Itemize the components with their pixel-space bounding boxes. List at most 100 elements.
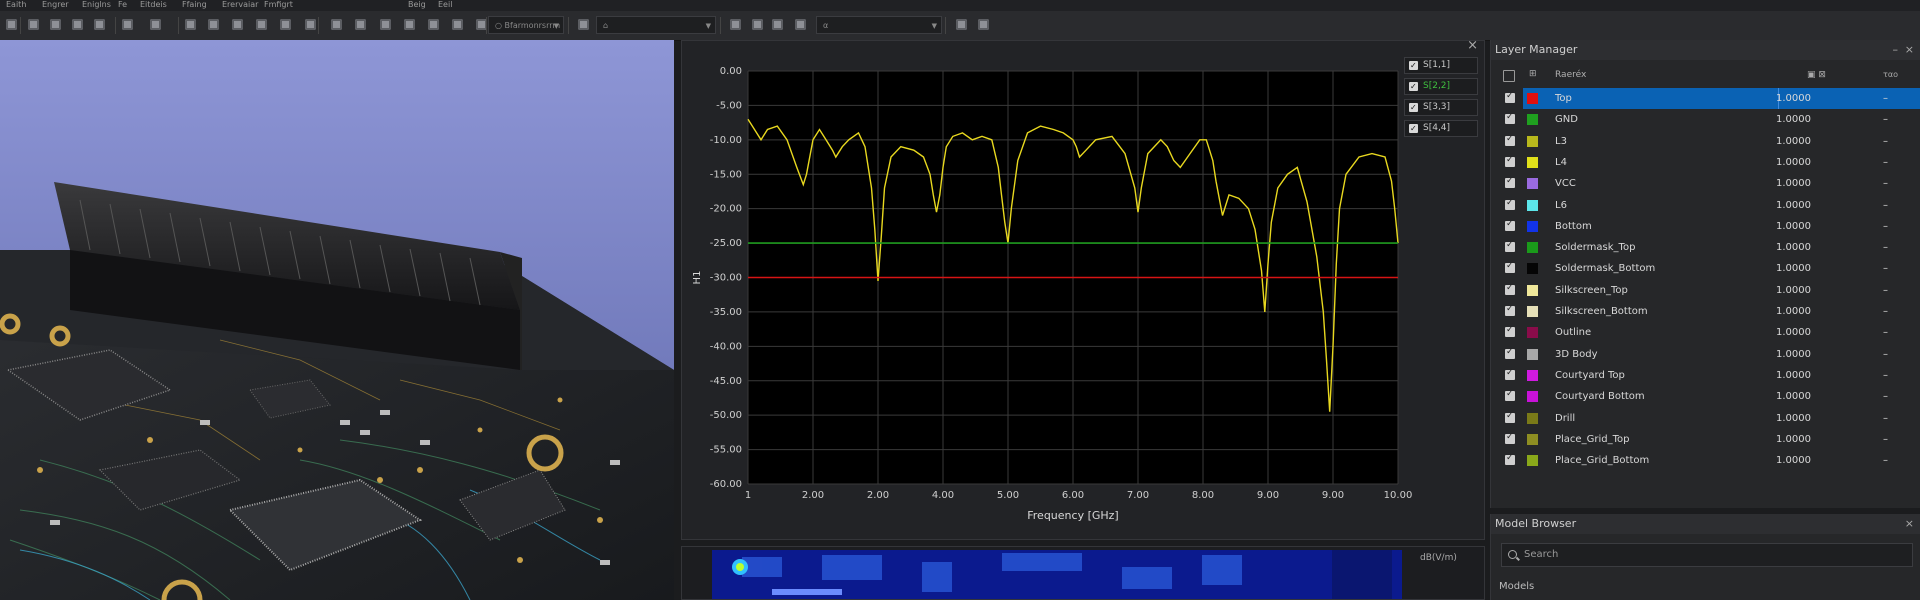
layer-color-swatch[interactable]: [1527, 199, 1538, 211]
layer-color-swatch[interactable]: [1527, 93, 1538, 104]
layer-color-swatch[interactable]: [1527, 242, 1538, 254]
toolbar-button-15[interactable]: [355, 19, 366, 30]
toolbar-button-7[interactable]: [150, 19, 161, 30]
toolbar-button-5[interactable]: [94, 19, 105, 30]
name-column-header[interactable]: Raeréx: [1555, 70, 1586, 80]
menu-item-9[interactable]: Beig: [408, 0, 426, 10]
layer-row[interactable]: Place_Grid_Top 1.0000 –: [1491, 427, 1920, 450]
layer-row[interactable]: Silkscreen_Bottom 1.0000 –: [1491, 299, 1920, 322]
layer-color-swatch[interactable]: [1527, 156, 1538, 168]
toolbar-button-9[interactable]: [208, 19, 219, 30]
toolbar-tool-3[interactable]: [752, 19, 763, 30]
layer-row[interactable]: Top 1.0000 –: [1491, 86, 1920, 109]
toolbar-tool-1[interactable]: [578, 19, 589, 30]
layer-row[interactable]: 3D Body 1.0000 –: [1491, 342, 1920, 365]
menu-item-8[interactable]: Fmfigrt: [264, 0, 293, 10]
toolbar-button-13[interactable]: [305, 19, 316, 30]
toolbar-button-16[interactable]: [380, 19, 391, 30]
layer-color-swatch[interactable]: [1527, 263, 1538, 275]
layer-color-swatch[interactable]: [1527, 327, 1538, 339]
menu-item-7[interactable]: Erervaiar: [222, 0, 258, 10]
visibility-checkbox[interactable]: [1505, 86, 1515, 107]
layer-transparency-value[interactable]: 1.0000: [1776, 216, 1811, 237]
toolbar-tool-7[interactable]: [978, 19, 989, 30]
visibility-header-icon[interactable]: [1503, 70, 1515, 82]
models-section-header[interactable]: Models: [1499, 581, 1534, 592]
layer-transparency-value[interactable]: 1.0000: [1776, 195, 1811, 216]
toolbar-button-1[interactable]: [6, 19, 17, 30]
toolbar-tool-6[interactable]: [956, 19, 967, 30]
toolbar-button-4[interactable]: [72, 19, 83, 30]
layer-color-swatch[interactable]: [1527, 306, 1538, 317]
layer-color-swatch[interactable]: [1527, 369, 1538, 381]
layer-row[interactable]: Soldermask_Top 1.0000 –: [1491, 235, 1920, 258]
3d-viewport[interactable]: [0, 40, 674, 600]
toolbar-button-10[interactable]: [232, 19, 243, 30]
field-heatmap[interactable]: dB(V/m): [682, 547, 1485, 600]
checkbox-icon[interactable]: [1409, 79, 1418, 94]
layer-row[interactable]: L4 1.0000 –: [1491, 150, 1920, 173]
layer-transparency-value[interactable]: 1.0000: [1776, 322, 1811, 343]
toolbar-tool-4[interactable]: [772, 19, 783, 30]
menu-item-1[interactable]: Eaith: [6, 0, 26, 10]
menu-item-3[interactable]: Eniglns: [82, 0, 111, 10]
layer-row[interactable]: L3 1.0000 –: [1491, 129, 1920, 152]
checkbox-icon[interactable]: [1409, 58, 1418, 73]
toolbar-tool-5[interactable]: [795, 19, 806, 30]
toolbar-button-19[interactable]: [452, 19, 463, 30]
menu-item-6[interactable]: Ffaing: [182, 0, 207, 10]
layer-transparency-value[interactable]: 1.0000: [1776, 109, 1811, 130]
layer-row[interactable]: Soldermask_Bottom 1.0000 –: [1491, 256, 1920, 279]
layer-transparency-value[interactable]: 1.0000: [1776, 258, 1811, 279]
layer-transparency-value[interactable]: 1.0000: [1776, 173, 1811, 194]
column-options-icon[interactable]: ▣ ⊠: [1807, 70, 1826, 80]
layer-row[interactable]: L6 1.0000 –: [1491, 193, 1920, 216]
toolbar-button-11[interactable]: [256, 19, 267, 30]
toolbar-button-6[interactable]: [122, 19, 133, 30]
visibility-checkbox[interactable]: [1505, 214, 1515, 235]
layer-color-swatch[interactable]: [1527, 220, 1538, 232]
layer-transparency-value[interactable]: 1.0000: [1776, 429, 1811, 450]
menu-item-2[interactable]: Engrer: [42, 0, 69, 10]
visibility-checkbox[interactable]: [1505, 320, 1515, 341]
visibility-checkbox[interactable]: [1505, 235, 1515, 256]
legend-item[interactable]: S[2,2]: [1404, 78, 1478, 95]
visibility-checkbox[interactable]: [1505, 129, 1515, 150]
layer-row[interactable]: VCC 1.0000 –: [1491, 171, 1920, 194]
layer-row[interactable]: Place_Grid_Bottom 1.0000 –: [1491, 448, 1920, 471]
layer-row[interactable]: Drill 1.0000 –: [1491, 406, 1920, 429]
toolbar-tool-2[interactable]: [730, 19, 741, 30]
checkbox-icon[interactable]: [1409, 121, 1418, 136]
visibility-checkbox[interactable]: [1505, 406, 1515, 427]
layer-transparency-value[interactable]: 1.0000: [1776, 237, 1811, 258]
layer-transparency-value[interactable]: 1.0000: [1776, 386, 1811, 407]
layer-row[interactable]: GND 1.0000 –: [1491, 107, 1920, 130]
layer-row[interactable]: Outline 1.0000 –: [1491, 320, 1920, 343]
menu-item-5[interactable]: Eitdeis: [140, 0, 167, 10]
layer-row[interactable]: Courtyard Top 1.0000 –: [1491, 363, 1920, 386]
visibility-checkbox[interactable]: [1505, 107, 1515, 128]
layer-transparency-value[interactable]: 1.0000: [1776, 450, 1811, 471]
visibility-checkbox[interactable]: [1505, 193, 1515, 214]
visibility-checkbox[interactable]: [1505, 384, 1515, 405]
toolbar-button-3[interactable]: [50, 19, 61, 30]
close-icon[interactable]: ×: [1905, 40, 1914, 60]
layer-transparency-value[interactable]: 1.0000: [1776, 408, 1811, 429]
toolbar-button-14[interactable]: [331, 19, 342, 30]
legend-item[interactable]: S[3,3]: [1404, 99, 1478, 116]
visibility-checkbox[interactable]: [1505, 363, 1515, 384]
layer-row[interactable]: Bottom 1.0000 –: [1491, 214, 1920, 237]
search-input[interactable]: Search: [1501, 543, 1913, 567]
visibility-checkbox[interactable]: [1505, 256, 1515, 277]
layer-color-swatch[interactable]: [1527, 178, 1538, 190]
layer-color-swatch[interactable]: [1527, 433, 1538, 445]
visibility-checkbox[interactable]: [1505, 299, 1515, 320]
layer-color-swatch[interactable]: [1527, 114, 1538, 126]
3d-pcb-render[interactable]: [0, 40, 674, 600]
layer-transparency-value[interactable]: 1.0000: [1776, 344, 1811, 365]
layer-color-swatch[interactable]: [1527, 455, 1538, 467]
layer-color-swatch[interactable]: [1527, 348, 1538, 360]
toolbar-button-8[interactable]: [185, 19, 196, 30]
legend-item[interactable]: S[4,4]: [1404, 120, 1478, 137]
close-icon[interactable]: ×: [1905, 514, 1914, 534]
